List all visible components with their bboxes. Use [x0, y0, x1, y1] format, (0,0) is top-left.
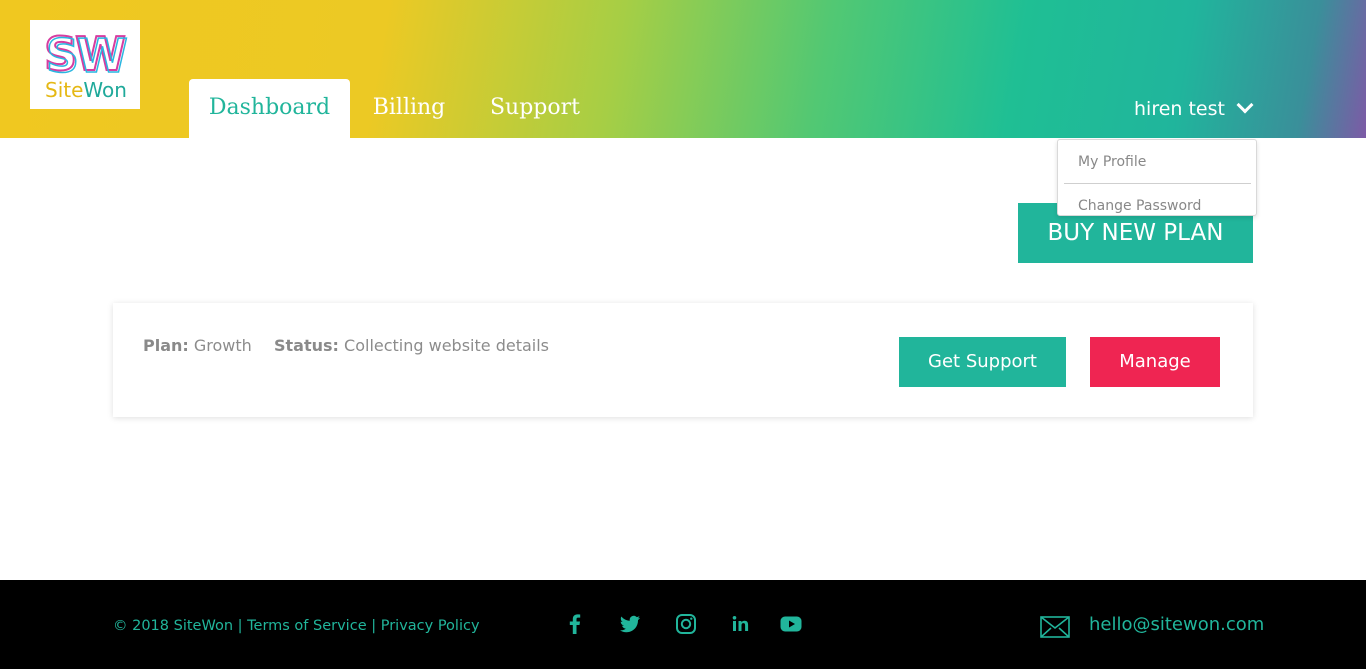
menu-item-change-password[interactable]: Change Password [1078, 198, 1201, 214]
logo-wordmark-won: Won [83, 78, 127, 102]
privacy-policy-link[interactable]: Privacy Policy [381, 618, 480, 634]
menu-divider [1064, 183, 1251, 184]
user-dropdown-menu: My Profile Change Password [1057, 139, 1257, 216]
footer-separator: | [237, 618, 243, 634]
tab-dashboard[interactable]: Dashboard [189, 79, 350, 138]
plan-label: Plan: [143, 336, 189, 355]
instagram-icon[interactable] [674, 612, 698, 636]
youtube-icon[interactable] [779, 612, 803, 636]
linkedin-icon[interactable] [728, 612, 752, 636]
terms-of-service-link[interactable]: Terms of Service [247, 618, 366, 634]
envelope-icon [1040, 616, 1070, 638]
status-label: Status: [274, 336, 339, 355]
facebook-icon[interactable] [563, 612, 587, 636]
site-footer: © 2018 SiteWon | Terms of Service | Priv… [0, 580, 1366, 669]
menu-item-my-profile[interactable]: My Profile [1078, 154, 1146, 170]
tab-support[interactable]: Support [482, 79, 588, 138]
get-support-button[interactable]: Get Support [899, 337, 1066, 387]
logo-wordmark-site: Site [45, 78, 84, 102]
manage-button[interactable]: Manage [1090, 337, 1220, 387]
footer-legal: © 2018 SiteWon | Terms of Service | Priv… [113, 618, 480, 634]
user-name: hiren test [1134, 98, 1225, 120]
footer-separator: | [371, 618, 377, 634]
logo-mark-outline: SW [45, 28, 128, 84]
plan-card: Plan: Growth Status: Collecting website … [113, 303, 1253, 417]
logo-wordmark: SiteWon [45, 78, 127, 102]
chevron-down-icon [1236, 96, 1254, 114]
contact-email-link[interactable]: hello@sitewon.com [1089, 614, 1264, 635]
status-value: Collecting website details [344, 336, 549, 355]
plan-value: Growth [193, 336, 252, 355]
site-header: SW SW SiteWon Dashboard Billing Support … [0, 0, 1366, 138]
status-info: Status: Collecting website details [274, 336, 549, 355]
plan-info: Plan: Growth [143, 336, 252, 355]
copyright-text: © 2018 SiteWon [113, 618, 234, 634]
user-menu-toggle[interactable]: hiren test [1134, 96, 1254, 122]
twitter-icon[interactable] [618, 612, 642, 636]
sitewon-logo[interactable]: SW SW SiteWon [30, 20, 140, 109]
tab-billing[interactable]: Billing [362, 79, 456, 138]
